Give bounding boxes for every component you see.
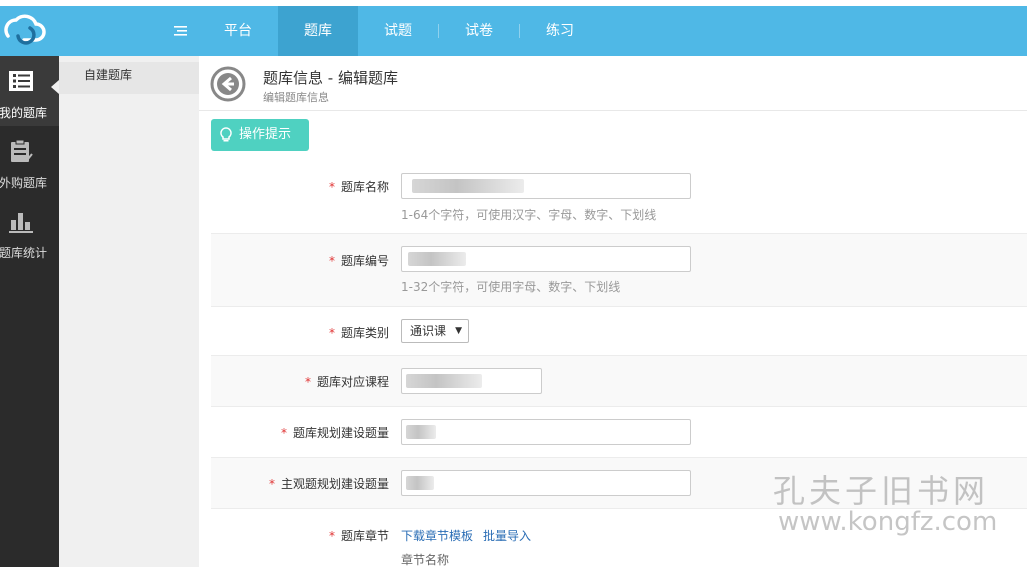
form-row-planned-count: * 题库规划建设题量 <box>211 407 1027 458</box>
bar-chart-icon <box>8 208 34 234</box>
form-row-name: * 题库名称 1-64个字符，可使用汉字、字母、数字、下划线 <box>211 160 1027 234</box>
tips-button-label: 操作提示 <box>239 127 292 142</box>
caret-down-icon: ▼ <box>455 326 462 336</box>
active-caret <box>51 80 59 94</box>
subside-item-self-built[interactable]: 自建题库 <box>59 62 199 94</box>
top-navbar: 平台 题库 试题 试卷 练习 <box>0 6 1027 56</box>
course-input[interactable] <box>401 368 542 394</box>
watermark-text: 孔夫子旧书网 <box>773 472 990 510</box>
field-hint: 1-64个字符，可使用汉字、字母、数字、下划线 <box>401 208 657 222</box>
planned-count-input[interactable] <box>401 419 691 445</box>
form-row-category: * 题库类别 通识课 ▼ <box>211 307 1027 356</box>
form-row-code: * 题库编号 1-32个字符，可使用字母、数字、下划线 <box>211 234 1027 307</box>
field-label: * 题库规划建设题量 <box>280 426 389 440</box>
form-row-course: * 题库对应课程 <box>211 356 1027 407</box>
batch-import-link[interactable]: 批量导入 <box>483 527 531 544</box>
category-select-value: 通识课 <box>410 324 447 338</box>
rail-item-label: 外购题库 <box>0 176 48 190</box>
redacted-value <box>406 476 434 490</box>
header-divider <box>199 110 1027 111</box>
field-label: * 题库名称 <box>328 180 389 194</box>
field-label: * 题库对应课程 <box>304 375 389 389</box>
rail-item-my-banks[interactable]: 我的题库 <box>0 56 59 126</box>
redacted-value <box>406 425 436 439</box>
list-icon <box>8 68 34 94</box>
redacted-value <box>406 374 482 388</box>
chapter-name-header: 章节名称 <box>401 553 450 567</box>
logo-icon[interactable] <box>0 6 48 56</box>
nav-tab-papers[interactable]: 试卷 <box>439 6 519 56</box>
field-label: * 题库类别 <box>328 326 389 340</box>
nav-tab-platform[interactable]: 平台 <box>198 6 278 56</box>
arrow-left-icon <box>210 66 246 102</box>
field-hint: 1-32个字符，可使用字母、数字、下划线 <box>401 280 621 294</box>
nav-tab-questions[interactable]: 试题 <box>358 6 438 56</box>
sub-sidebar: 自建题库 <box>59 56 199 567</box>
main-nav: 平台 题库 试题 试卷 练习 <box>198 6 600 56</box>
redacted-value <box>408 252 466 266</box>
bank-name-input[interactable] <box>401 173 691 199</box>
category-select[interactable]: 通识课 ▼ <box>401 319 469 343</box>
download-template-link[interactable]: 下载章节模板 <box>401 527 473 544</box>
page-title: 题库信息 - 编辑题库 <box>263 69 398 87</box>
rail-item-label: 题库统计 <box>0 246 48 260</box>
field-label: * 主观题规划建设题量 <box>268 477 389 491</box>
left-rail: 我的题库 外购题库 题库统计 <box>0 56 59 567</box>
redacted-value <box>412 179 524 193</box>
rail-item-label: 我的题库 <box>0 106 48 120</box>
rail-item-purchased-banks[interactable]: 外购题库 <box>0 126 59 196</box>
field-label: * 题库章节 <box>328 529 389 543</box>
field-label: * 题库编号 <box>328 254 389 268</box>
watermark-url: www.kongfz.com <box>778 507 998 537</box>
nav-tab-question-bank[interactable]: 题库 <box>278 6 358 56</box>
lightbulb-icon <box>220 127 232 142</box>
back-button[interactable] <box>210 66 246 102</box>
clipboard-icon <box>8 138 34 164</box>
page-subtitle: 编辑题库信息 <box>263 91 329 104</box>
menu-toggle-icon[interactable] <box>172 24 190 40</box>
subjective-count-input[interactable] <box>401 470 691 496</box>
bank-code-input[interactable] <box>401 246 691 272</box>
nav-tab-practice[interactable]: 练习 <box>520 6 600 56</box>
rail-item-bank-stats[interactable]: 题库统计 <box>0 196 59 266</box>
tips-button[interactable]: 操作提示 <box>211 119 309 151</box>
